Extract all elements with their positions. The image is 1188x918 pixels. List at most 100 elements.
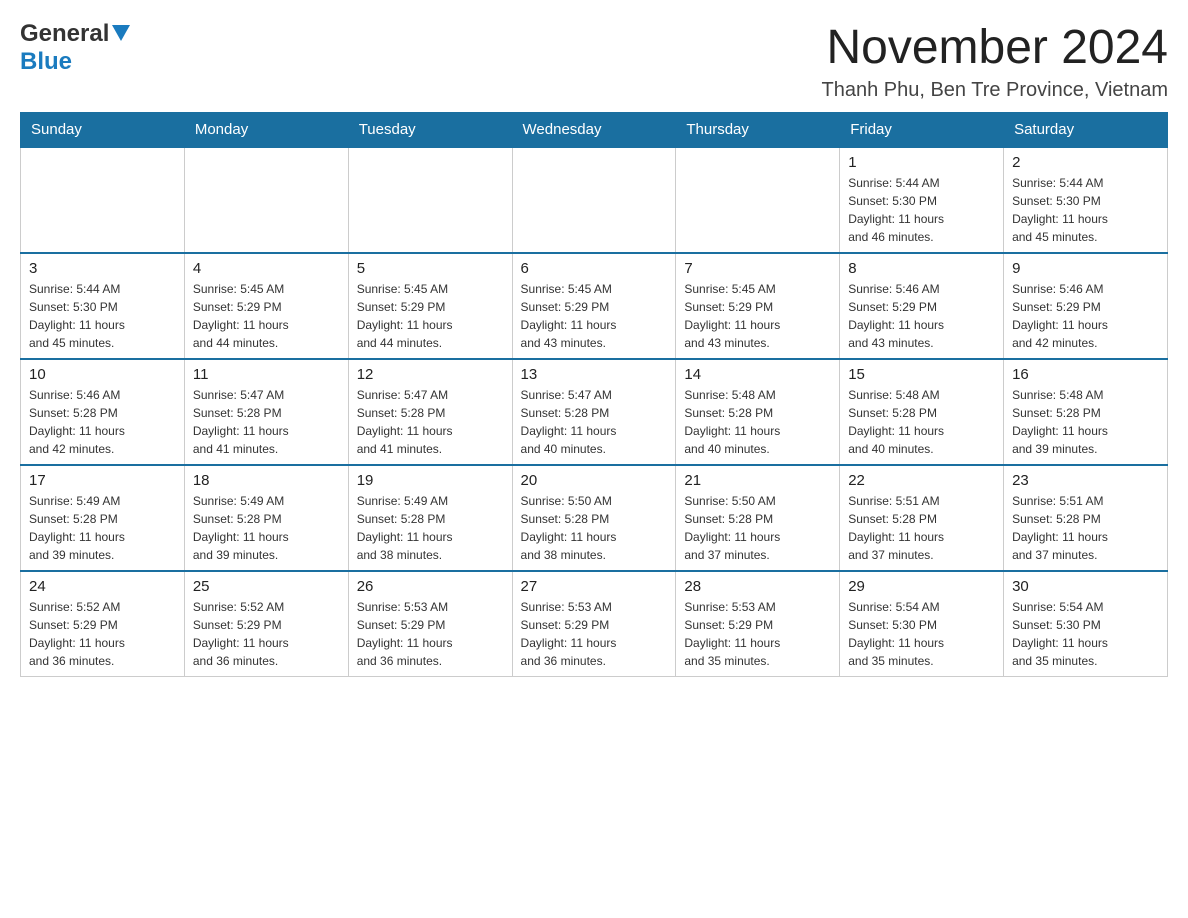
day-number: 24 [29,578,176,595]
week-row-3: 10 Sunrise: 5:46 AM Sunset: 5:28 PM Dayli… [21,359,1168,465]
day-info: Sunrise: 5:54 AM Sunset: 5:30 PM Dayligh… [1012,598,1159,670]
month-title: November 2024 [822,20,1169,75]
day-number: 2 [1012,154,1159,171]
calendar-cell: 9 Sunrise: 5:46 AM Sunset: 5:29 PM Daylig… [1004,253,1168,359]
calendar-cell: 27Sunrise: 5:53 AM Sunset: 5:29 PM Dayli… [512,571,676,677]
calendar-cell: 29 Sunrise: 5:54 AM Sunset: 5:30 PM Dayli… [840,571,1004,677]
day-number: 5 [357,260,504,277]
day-number: 8 [848,260,995,277]
calendar-cell: 6Sunrise: 5:45 AM Sunset: 5:29 PM Daylig… [512,253,676,359]
day-number: 28 [684,578,831,595]
day-info: Sunrise: 5:51 AM Sunset: 5:28 PM Dayligh… [848,492,995,564]
day-info: Sunrise: 5:49 AM Sunset: 5:28 PM Dayligh… [357,492,504,564]
calendar-cell: 25 Sunrise: 5:52 AM Sunset: 5:29 PM Dayli… [184,571,348,677]
logo-general-text: General [20,20,109,48]
calendar-header-saturday: Saturday [1004,113,1168,148]
calendar-cell: 17 Sunrise: 5:49 AM Sunset: 5:28 PM Dayli… [21,465,185,571]
calendar-cell: 3Sunrise: 5:44 AM Sunset: 5:30 PM Daylig… [21,253,185,359]
calendar-cell: 18 Sunrise: 5:49 AM Sunset: 5:28 PM Dayli… [184,465,348,571]
day-info: Sunrise: 5:44 AM Sunset: 5:30 PM Dayligh… [29,280,176,352]
calendar-header-friday: Friday [840,113,1004,148]
day-info: Sunrise: 5:45 AM Sunset: 5:29 PM Dayligh… [193,280,340,352]
day-info: Sunrise: 5:45 AM Sunset: 5:29 PM Dayligh… [684,280,831,352]
calendar-cell: 26Sunrise: 5:53 AM Sunset: 5:29 PM Dayli… [348,571,512,677]
day-info: Sunrise: 5:53 AM Sunset: 5:29 PM Dayligh… [357,598,504,670]
day-info: Sunrise: 5:48 AM Sunset: 5:28 PM Dayligh… [684,386,831,458]
day-info: Sunrise: 5:44 AM Sunset: 5:30 PM Dayligh… [1012,174,1159,246]
day-number: 13 [521,366,668,383]
week-row-1: 1 Sunrise: 5:44 AM Sunset: 5:30 PM Daylig… [21,147,1168,253]
calendar-cell: 8 Sunrise: 5:46 AM Sunset: 5:29 PM Daylig… [840,253,1004,359]
day-number: 18 [193,472,340,489]
day-info: Sunrise: 5:49 AM Sunset: 5:28 PM Dayligh… [29,492,176,564]
day-info: Sunrise: 5:53 AM Sunset: 5:29 PM Dayligh… [684,598,831,670]
day-number: 12 [357,366,504,383]
calendar-cell [348,147,512,253]
day-info: Sunrise: 5:46 AM Sunset: 5:28 PM Dayligh… [29,386,176,458]
day-info: Sunrise: 5:44 AM Sunset: 5:30 PM Dayligh… [848,174,995,246]
calendar-cell [21,147,185,253]
calendar-cell: 16 Sunrise: 5:48 AM Sunset: 5:28 PM Dayli… [1004,359,1168,465]
day-info: Sunrise: 5:45 AM Sunset: 5:29 PM Dayligh… [357,280,504,352]
day-number: 19 [357,472,504,489]
day-number: 10 [29,366,176,383]
day-number: 16 [1012,366,1159,383]
day-number: 6 [521,260,668,277]
day-info: Sunrise: 5:51 AM Sunset: 5:28 PM Dayligh… [1012,492,1159,564]
title-block: November 2024 Thanh Phu, Ben Tre Provinc… [822,20,1169,102]
calendar-header-row: SundayMondayTuesdayWednesdayThursdayFrid… [21,113,1168,148]
day-number: 14 [684,366,831,383]
calendar-cell [676,147,840,253]
calendar-cell: 5 Sunrise: 5:45 AM Sunset: 5:29 PM Daylig… [348,253,512,359]
day-info: Sunrise: 5:52 AM Sunset: 5:29 PM Dayligh… [193,598,340,670]
day-number: 25 [193,578,340,595]
calendar-cell [512,147,676,253]
day-number: 1 [848,154,995,171]
day-number: 11 [193,366,340,383]
day-number: 30 [1012,578,1159,595]
calendar-cell: 20Sunrise: 5:50 AM Sunset: 5:28 PM Dayli… [512,465,676,571]
calendar-cell: 21 Sunrise: 5:50 AM Sunset: 5:28 PM Dayli… [676,465,840,571]
day-number: 4 [193,260,340,277]
day-number: 15 [848,366,995,383]
logo: General Blue [20,20,130,76]
day-info: Sunrise: 5:54 AM Sunset: 5:30 PM Dayligh… [848,598,995,670]
calendar-cell: 30 Sunrise: 5:54 AM Sunset: 5:30 PM Dayli… [1004,571,1168,677]
calendar-cell: 13 Sunrise: 5:47 AM Sunset: 5:28 PM Dayli… [512,359,676,465]
calendar-cell: 7 Sunrise: 5:45 AM Sunset: 5:29 PM Daylig… [676,253,840,359]
calendar-header-thursday: Thursday [676,113,840,148]
day-info: Sunrise: 5:46 AM Sunset: 5:29 PM Dayligh… [848,280,995,352]
day-number: 20 [521,472,668,489]
calendar-cell: 22Sunrise: 5:51 AM Sunset: 5:28 PM Dayli… [840,465,1004,571]
calendar-cell: 12 Sunrise: 5:47 AM Sunset: 5:28 PM Dayli… [348,359,512,465]
day-number: 29 [848,578,995,595]
logo-blue-text: Blue [20,48,72,75]
calendar-header-tuesday: Tuesday [348,113,512,148]
calendar-cell: 24Sunrise: 5:52 AM Sunset: 5:29 PM Dayli… [21,571,185,677]
calendar-cell: 19 Sunrise: 5:49 AM Sunset: 5:28 PM Dayli… [348,465,512,571]
week-row-2: 3Sunrise: 5:44 AM Sunset: 5:30 PM Daylig… [21,253,1168,359]
calendar-header-sunday: Sunday [21,113,185,148]
logo-triangle-icon [112,25,130,46]
day-number: 21 [684,472,831,489]
day-info: Sunrise: 5:47 AM Sunset: 5:28 PM Dayligh… [521,386,668,458]
calendar-cell: 2 Sunrise: 5:44 AM Sunset: 5:30 PM Daylig… [1004,147,1168,253]
day-number: 27 [521,578,668,595]
day-info: Sunrise: 5:49 AM Sunset: 5:28 PM Dayligh… [193,492,340,564]
day-info: Sunrise: 5:48 AM Sunset: 5:28 PM Dayligh… [848,386,995,458]
calendar-header-wednesday: Wednesday [512,113,676,148]
day-number: 23 [1012,472,1159,489]
day-number: 9 [1012,260,1159,277]
calendar-header-monday: Monday [184,113,348,148]
calendar-cell: 28 Sunrise: 5:53 AM Sunset: 5:29 PM Dayli… [676,571,840,677]
day-info: Sunrise: 5:48 AM Sunset: 5:28 PM Dayligh… [1012,386,1159,458]
day-info: Sunrise: 5:50 AM Sunset: 5:28 PM Dayligh… [684,492,831,564]
calendar-cell: 1 Sunrise: 5:44 AM Sunset: 5:30 PM Daylig… [840,147,1004,253]
calendar-cell: 4 Sunrise: 5:45 AM Sunset: 5:29 PM Daylig… [184,253,348,359]
day-info: Sunrise: 5:47 AM Sunset: 5:28 PM Dayligh… [357,386,504,458]
location-title: Thanh Phu, Ben Tre Province, Vietnam [822,79,1169,102]
day-number: 7 [684,260,831,277]
day-info: Sunrise: 5:46 AM Sunset: 5:29 PM Dayligh… [1012,280,1159,352]
calendar-cell: 11Sunrise: 5:47 AM Sunset: 5:28 PM Dayli… [184,359,348,465]
day-number: 17 [29,472,176,489]
